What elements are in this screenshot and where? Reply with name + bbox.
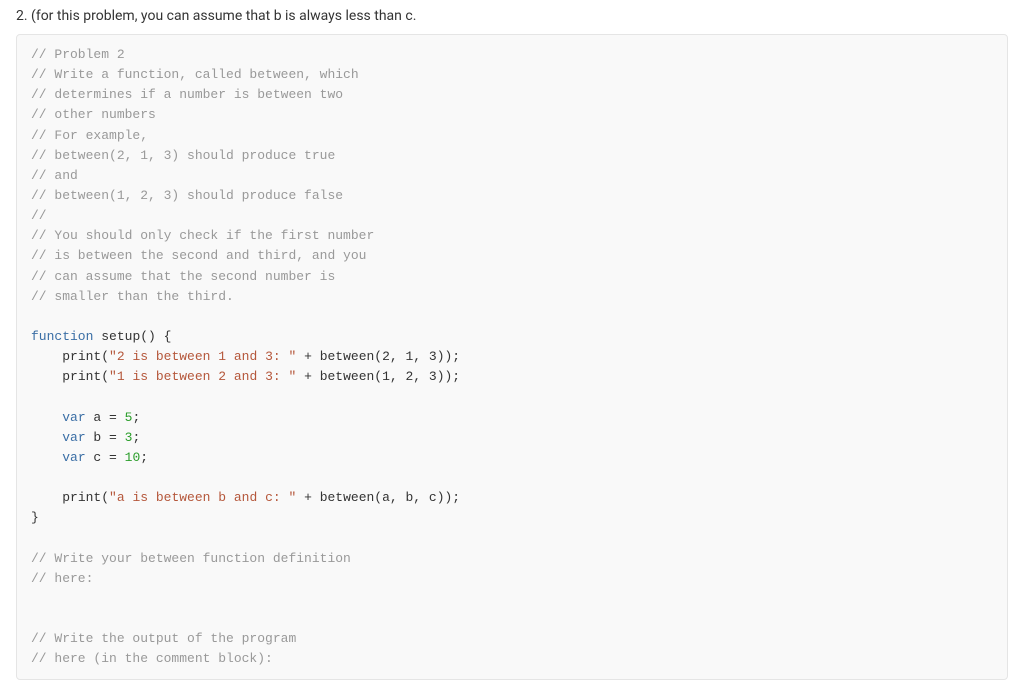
code-comment: // here (in the comment block): xyxy=(31,651,273,666)
code-comment: // between(1, 2, 3) should produce false xyxy=(31,188,343,203)
code-comment: // and xyxy=(31,168,78,183)
call-args: (1, 2, 3)); xyxy=(374,369,460,384)
keyword-function: function xyxy=(31,329,93,344)
question-prompt: 2. (for this problem, you can assume tha… xyxy=(0,0,1024,34)
semi: ; xyxy=(132,410,140,425)
between-call: between xyxy=(320,369,375,384)
brace-open: { xyxy=(156,329,172,344)
number-literal: 10 xyxy=(125,450,141,465)
code-comment: // can assume that the second number is xyxy=(31,269,335,284)
semi: ; xyxy=(132,430,140,445)
code-block: // Problem 2 // Write a function, called… xyxy=(16,34,1008,680)
plus-op: + xyxy=(296,369,319,384)
brace-close: } xyxy=(31,510,39,525)
var-decl: c = xyxy=(86,450,125,465)
code-comment: // You should only check if the first nu… xyxy=(31,228,374,243)
parens: () xyxy=(140,329,156,344)
code-comment: // between(2, 1, 3) should produce true xyxy=(31,148,335,163)
between-call: between xyxy=(320,490,375,505)
call-args: (a, b, c)); xyxy=(374,490,460,505)
keyword-var: var xyxy=(62,450,85,465)
call-args: (2, 1, 3)); xyxy=(374,349,460,364)
code-comment: // Problem 2 xyxy=(31,47,125,62)
code-comment: // For example, xyxy=(31,128,148,143)
code-comment: // Write the output of the program xyxy=(31,631,296,646)
semi: ; xyxy=(140,450,148,465)
string-literal: "a is between b and c: " xyxy=(109,490,296,505)
lparen: ( xyxy=(101,490,109,505)
print-call: print xyxy=(62,369,101,384)
string-literal: "2 is between 1 and 3: " xyxy=(109,349,296,364)
code-comment: // smaller than the third. xyxy=(31,289,234,304)
keyword-var: var xyxy=(62,430,85,445)
between-call: between xyxy=(320,349,375,364)
print-call: print xyxy=(62,490,101,505)
string-literal: "1 is between 2 and 3: " xyxy=(109,369,296,384)
code-comment: // determines if a number is between two xyxy=(31,87,343,102)
code-comment: // xyxy=(31,208,47,223)
plus-op: + xyxy=(296,349,319,364)
code-comment: // Write your between function definitio… xyxy=(31,551,351,566)
var-decl: a = xyxy=(86,410,125,425)
code-comment: // Write a function, called between, whi… xyxy=(31,67,359,82)
var-decl: b = xyxy=(86,430,125,445)
code-comment: // other numbers xyxy=(31,107,156,122)
lparen: ( xyxy=(101,369,109,384)
lparen: ( xyxy=(101,349,109,364)
print-call: print xyxy=(62,349,101,364)
code-comment: // is between the second and third, and … xyxy=(31,248,366,263)
plus-op: + xyxy=(296,490,319,505)
code-comment: // here: xyxy=(31,571,93,586)
keyword-var: var xyxy=(62,410,85,425)
function-name: setup xyxy=(101,329,140,344)
